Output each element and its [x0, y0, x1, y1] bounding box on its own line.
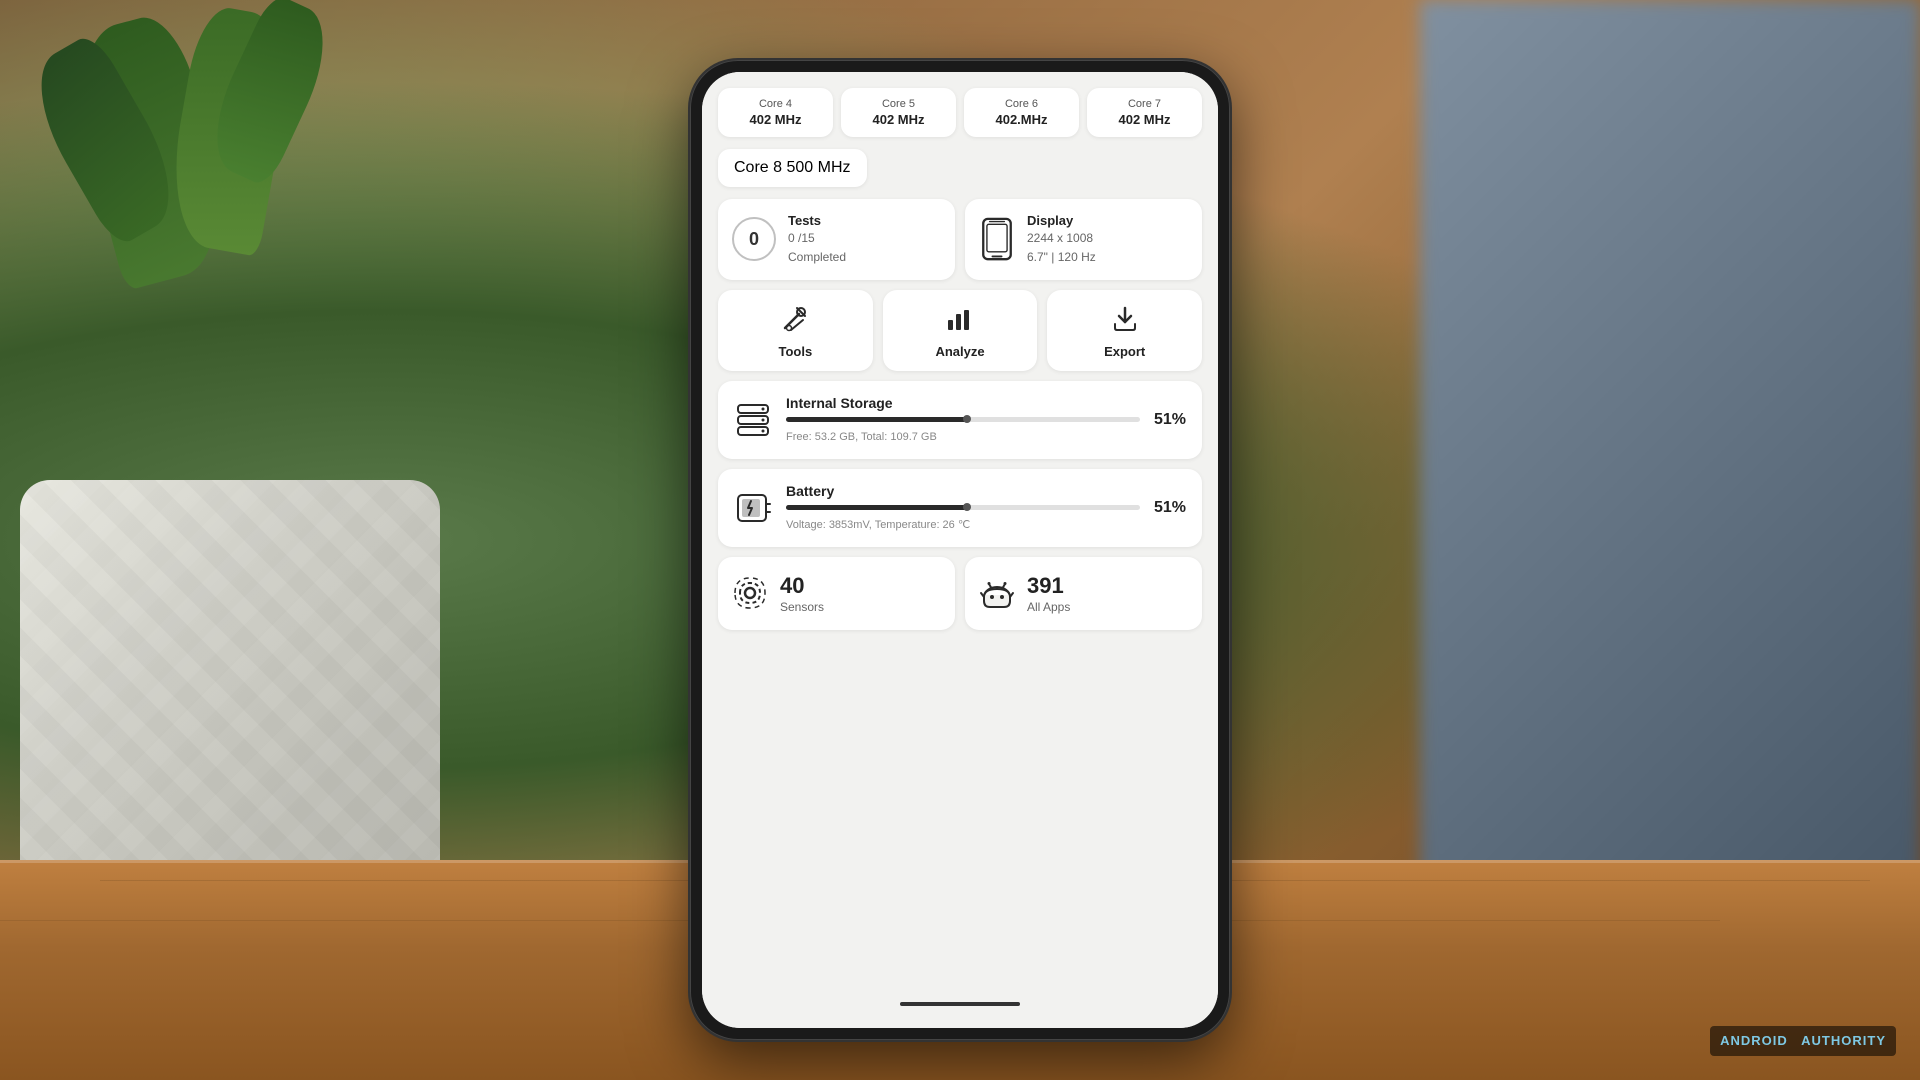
tests-info: Tests 0 /15 Completed	[788, 213, 846, 266]
display-title: Display	[1027, 213, 1096, 228]
core-4-label: Core 4	[726, 98, 825, 110]
sensors-icon	[732, 575, 768, 611]
core-5-value: 402 MHz	[849, 112, 948, 127]
tests-completed: Completed	[788, 249, 846, 266]
battery-progress-fill	[786, 505, 967, 510]
storage-progress-dot	[963, 415, 971, 423]
core-7-value: 402 MHz	[1095, 112, 1194, 127]
tests-circle: 0	[732, 217, 776, 261]
core-5-label: Core 5	[849, 98, 948, 110]
home-indicator	[900, 1002, 1020, 1006]
tools-label: Tools	[726, 344, 865, 359]
battery-progress-dot	[963, 503, 971, 511]
stats-row: 40 Sensors	[718, 557, 1202, 630]
battery-card[interactable]: Battery Voltage: 3853mV, Temperature: 26…	[718, 469, 1202, 547]
core-8-value: 500 MHz	[786, 159, 850, 176]
core-8-chip: Core 8 500 MHz	[718, 149, 867, 187]
tests-title: Tests	[788, 213, 846, 228]
core-8-label: Core 8	[734, 159, 782, 176]
all-apps-label: All Apps	[1027, 600, 1070, 614]
sensors-count: 40	[780, 573, 824, 599]
display-card[interactable]: Display 2244 x 1008 6.7" | 120 Hz	[965, 199, 1202, 280]
export-icon	[1055, 306, 1194, 338]
actions-row: Tools Analyze	[718, 290, 1202, 371]
core-5-chip: Core 5 402 MHz	[841, 88, 956, 137]
all-apps-count: 391	[1027, 573, 1070, 599]
core-6-label: Core 6	[972, 98, 1071, 110]
display-resolution: 2244 x 1008	[1027, 230, 1096, 247]
tests-subtitle: 0 /15	[788, 230, 846, 247]
tools-icon	[726, 306, 865, 338]
storage-progress-bar	[786, 417, 1140, 422]
core-6-value: 402.MHz	[972, 112, 1071, 127]
watermark-brand: ANDROID	[1720, 1033, 1788, 1048]
sensors-info: 40 Sensors	[780, 573, 824, 614]
display-icon	[979, 217, 1015, 261]
display-specs: 6.7" | 120 Hz	[1027, 249, 1096, 266]
cores-row: Core 4 402 MHz Core 5 402 MHz Core 6 402…	[718, 88, 1202, 137]
storage-info: Internal Storage Free: 53.2 GB, Total: 1…	[786, 395, 1140, 445]
screen-content: Core 4 402 MHz Core 5 402 MHz Core 6 402…	[702, 72, 1218, 1028]
storage-details: Free: 53.2 GB, Total: 109.7 GB	[786, 431, 937, 443]
phone-device-wrapper: Core 4 402 MHz Core 5 402 MHz Core 6 402…	[680, 0, 1240, 1080]
watermark-text: ANDROID AUTHORITY	[1720, 1033, 1886, 1048]
core-7-chip: Core 7 402 MHz	[1087, 88, 1202, 137]
core-4-value: 402 MHz	[726, 112, 825, 127]
storage-icon	[734, 399, 772, 441]
analyze-label: Analyze	[891, 344, 1030, 359]
battery-title: Battery	[786, 483, 1140, 499]
storage-title: Internal Storage	[786, 395, 1140, 411]
core-4-chip: Core 4 402 MHz	[718, 88, 833, 137]
storage-progress-fill	[786, 417, 967, 422]
battery-info: Battery Voltage: 3853mV, Temperature: 26…	[786, 483, 1140, 533]
storage-percent: 51%	[1154, 411, 1186, 429]
battery-progress-bar	[786, 505, 1140, 510]
core-7-label: Core 7	[1095, 98, 1194, 110]
analyze-icon	[891, 306, 1030, 338]
display-info: Display 2244 x 1008 6.7" | 120 Hz	[1027, 213, 1096, 266]
tools-button[interactable]: Tools	[718, 290, 873, 371]
phone-screen: Core 4 402 MHz Core 5 402 MHz Core 6 402…	[702, 72, 1218, 1028]
battery-icon	[734, 487, 772, 529]
tests-card[interactable]: 0 Tests 0 /15 Completed	[718, 199, 955, 280]
core-6-chip: Core 6 402.MHz	[964, 88, 1079, 137]
watermark: ANDROID AUTHORITY	[1710, 1026, 1896, 1056]
core8-row: Core 8 500 MHz	[718, 149, 1202, 187]
export-label: Export	[1055, 344, 1194, 359]
export-button[interactable]: Export	[1047, 290, 1202, 371]
phone-device: Core 4 402 MHz Core 5 402 MHz Core 6 402…	[690, 60, 1230, 1040]
analyze-button[interactable]: Analyze	[883, 290, 1038, 371]
info-row: 0 Tests 0 /15 Completed	[718, 199, 1202, 280]
storage-card[interactable]: Internal Storage Free: 53.2 GB, Total: 1…	[718, 381, 1202, 459]
sensors-card[interactable]: 40 Sensors	[718, 557, 955, 630]
sensors-label: Sensors	[780, 600, 824, 614]
battery-details: Voltage: 3853mV, Temperature: 26 ℃	[786, 519, 970, 531]
tests-count: 0	[749, 229, 759, 250]
watermark-domain: AUTHORITY	[1801, 1033, 1886, 1048]
watermark-box: ANDROID AUTHORITY	[1710, 1026, 1896, 1056]
all-apps-card[interactable]: 391 All Apps	[965, 557, 1202, 630]
android-icon	[979, 575, 1015, 611]
battery-percent: 51%	[1154, 499, 1186, 517]
all-apps-info: 391 All Apps	[1027, 573, 1070, 614]
